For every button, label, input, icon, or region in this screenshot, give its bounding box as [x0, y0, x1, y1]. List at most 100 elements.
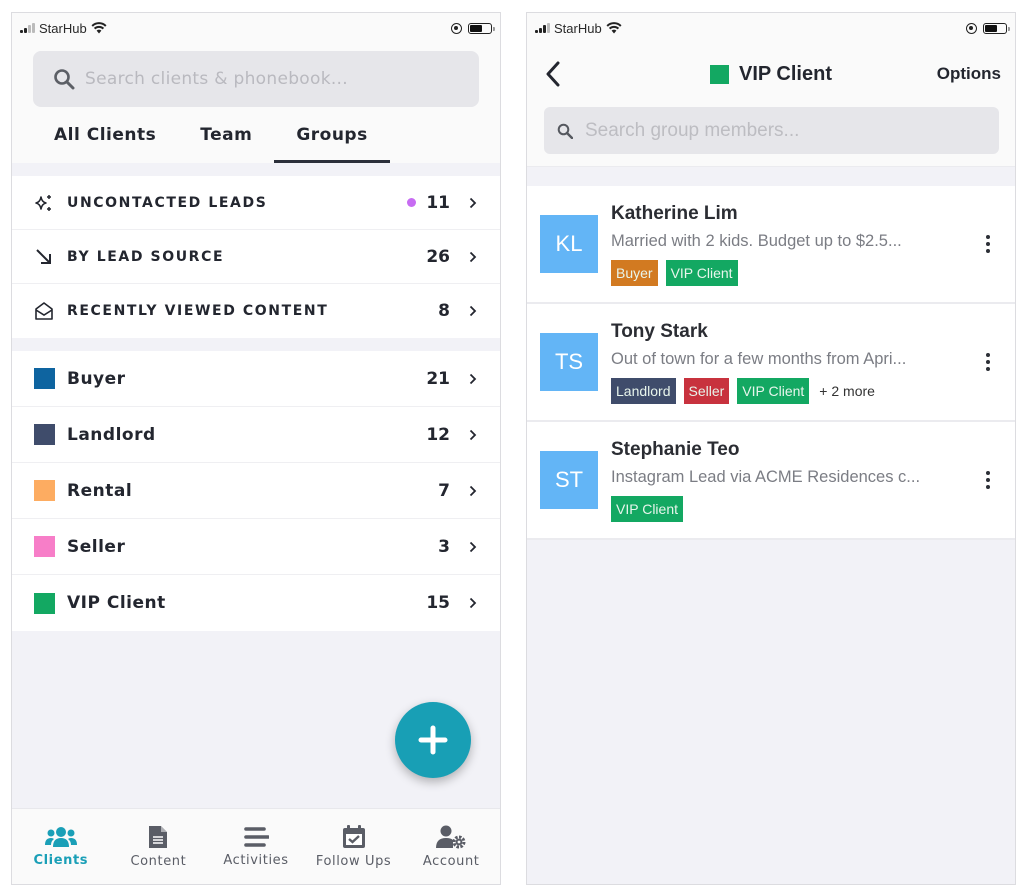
tag-seller: Seller [683, 377, 730, 404]
group-label: Seller [67, 536, 126, 557]
document-icon [149, 825, 168, 848]
member-row[interactable]: TS Tony Stark Out of town for a few mont… [527, 304, 1015, 422]
group-color-swatch [34, 536, 55, 557]
group-row-seller[interactable]: Seller 3 [12, 519, 500, 575]
group-row-rental[interactable]: Rental 7 [12, 463, 500, 519]
chevron-right-icon [466, 196, 480, 210]
new-indicator-dot [407, 198, 417, 207]
calendar-check-icon [342, 824, 365, 848]
member-search-input[interactable] [585, 119, 986, 142]
chevron-right-icon [466, 250, 480, 264]
group-label: Buyer [67, 368, 126, 389]
smart-list-count: 8 [438, 301, 450, 321]
avatar: ST [540, 451, 598, 509]
group-title-text: VIP Client [739, 62, 832, 85]
member-tags: VIP Client [611, 495, 973, 522]
list-icon [244, 826, 269, 847]
tag-vip-client: VIP Client [665, 259, 738, 286]
nav-label: Content [130, 853, 187, 869]
group-row-landlord[interactable]: Landlord 12 [12, 407, 500, 463]
group-count: 3 [438, 536, 450, 557]
smart-lists: UNCONTACTED LEADS 11 BY LEAD SOURCE 26 R… [12, 176, 500, 338]
member-note: Married with 2 kids. Budget up to $2.5..… [611, 231, 902, 250]
group-color-swatch [34, 592, 55, 614]
group-color-swatch [710, 64, 729, 84]
nav-account[interactable]: Account [402, 809, 500, 884]
nav-label: Clients [33, 852, 89, 868]
nav-activities[interactable]: Activities [207, 809, 305, 884]
tag-landlord: Landlord [611, 377, 676, 404]
chevron-right-icon [466, 596, 480, 610]
user-gear-icon [436, 825, 466, 848]
group-count: 12 [426, 424, 450, 445]
envelope-open-icon [34, 301, 54, 321]
group-label: Rental [67, 480, 133, 501]
group-count: 15 [426, 593, 450, 613]
rotation-lock-icon [966, 22, 977, 34]
nav-label: Activities [223, 852, 289, 868]
group-header: VIP Client Options [527, 43, 1015, 105]
chevron-right-icon [466, 428, 480, 442]
nav-follow-ups[interactable]: Follow Ups [305, 809, 403, 884]
tag-buyer: Buyer [611, 259, 658, 286]
member-search-bar[interactable] [544, 107, 999, 154]
member-name: Stephanie Teo [611, 438, 740, 460]
group-color-swatch [34, 480, 55, 501]
smart-list-label: RECENTLY VIEWED CONTENT [67, 303, 329, 319]
group-label: Landlord [67, 424, 156, 445]
search-icon [54, 69, 75, 90]
plus-icon [418, 725, 448, 755]
status-bar: StarHub [12, 13, 500, 43]
smart-list-label: BY LEAD SOURCE [67, 248, 225, 265]
tab-all-clients[interactable]: All Clients [12, 107, 178, 163]
options-button[interactable]: Options [937, 64, 1001, 84]
search-icon [557, 123, 573, 139]
member-name: Katherine Lim [611, 202, 738, 224]
nav-clients[interactable]: Clients [12, 809, 110, 884]
nav-label: Follow Ups [315, 853, 392, 869]
sparkle-icon [34, 193, 54, 213]
signal-icon [535, 23, 550, 33]
more-tags-count: + 2 more [819, 382, 875, 399]
wifi-icon [91, 22, 107, 34]
member-row[interactable]: KL Katherine Lim Married with 2 kids. Bu… [527, 186, 1015, 304]
smart-list-count: 26 [426, 246, 450, 267]
more-options-button[interactable] [973, 460, 1003, 500]
status-bar: StarHub [527, 13, 1015, 43]
avatar: TS [540, 333, 598, 391]
group-row-vip-client[interactable]: VIP Client 15 [12, 575, 500, 631]
chevron-right-icon [466, 484, 480, 498]
users-icon [44, 826, 77, 847]
add-group-button[interactable] [395, 702, 471, 778]
group-count: 21 [426, 368, 450, 389]
carrier-name: StarHub [39, 20, 87, 36]
smart-list-uncontacted-leads[interactable]: UNCONTACTED LEADS 11 [12, 176, 500, 230]
chevron-right-icon [466, 540, 480, 554]
avatar: KL [540, 215, 598, 273]
back-button[interactable] [545, 59, 569, 89]
client-search-bar[interactable] [33, 51, 479, 107]
group-color-swatch [34, 424, 55, 445]
smart-list-label: UNCONTACTED LEADS [67, 194, 268, 211]
wifi-icon [606, 22, 622, 34]
signal-icon [20, 23, 35, 33]
nav-content[interactable]: Content [110, 809, 208, 884]
more-options-button[interactable] [973, 224, 1003, 264]
battery-icon [468, 22, 495, 34]
more-options-button[interactable] [973, 342, 1003, 382]
smart-list-by-lead-source[interactable]: BY LEAD SOURCE 26 [12, 230, 500, 284]
client-search-input[interactable] [85, 69, 459, 89]
chevron-left-icon [546, 61, 560, 87]
group-row-buyer[interactable]: Buyer 21 [12, 351, 500, 407]
tag-vip-client: VIP Client [737, 377, 810, 404]
member-list: KL Katherine Lim Married with 2 kids. Bu… [527, 186, 1015, 540]
tab-team[interactable]: Team [178, 107, 274, 163]
nav-label: Account [422, 853, 480, 869]
member-tags: Landlord Seller VIP Client + 2 more [611, 377, 973, 404]
chevron-right-icon [466, 304, 480, 318]
group-detail-screen: StarHub VIP Client Options KL [526, 12, 1016, 885]
tab-groups[interactable]: Groups [274, 107, 391, 163]
tag-vip-client: VIP Client [611, 495, 683, 522]
member-row[interactable]: ST Stephanie Teo Instagram Lead via ACME… [527, 422, 1015, 540]
smart-list-recently-viewed-content[interactable]: RECENTLY VIEWED CONTENT 8 [12, 284, 500, 338]
